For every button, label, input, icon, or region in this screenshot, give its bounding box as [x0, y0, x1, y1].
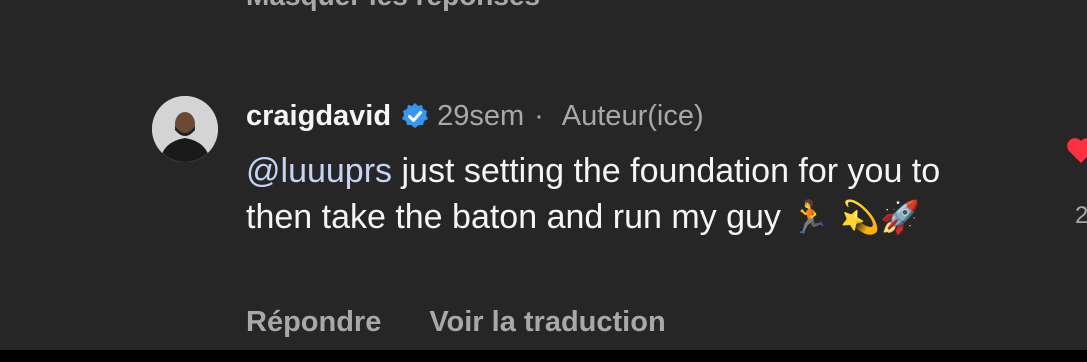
username-link[interactable]: craigdavid: [246, 100, 391, 133]
comment-text: @luuuprs just setting the foundation for…: [246, 148, 986, 240]
reply-button[interactable]: Répondre: [246, 306, 381, 339]
comment-time: 29sem: [437, 99, 525, 132]
verified-badge-icon: [401, 102, 429, 130]
bottom-edge: [0, 350, 1087, 362]
mention-link[interactable]: @luuuprs: [246, 152, 392, 190]
avatar[interactable]: [152, 96, 218, 162]
comment-header: craigdavid 29sem · Auteur(ice): [246, 97, 704, 135]
comment-actions: Répondre Voir la traduction: [246, 306, 666, 339]
emoji-group: 🏃 💫🚀: [790, 198, 921, 236]
heart-icon[interactable]: [1066, 136, 1087, 164]
like-count: 2: [1075, 202, 1087, 229]
see-translation-button[interactable]: Voir la traduction: [429, 306, 665, 339]
meta-separator: ·: [534, 99, 544, 132]
hide-replies-button[interactable]: Masquer les réponses: [246, 0, 540, 12]
author-role-label: Auteur(ice): [561, 99, 704, 132]
